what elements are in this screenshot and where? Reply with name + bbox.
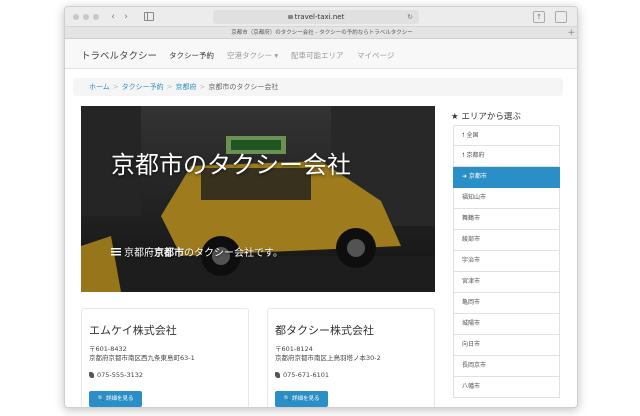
back-icon[interactable]: ‹ xyxy=(107,11,119,23)
sidebar-toggle-icon[interactable] xyxy=(144,12,154,21)
area-list-item[interactable]: 城陽市 xyxy=(453,314,560,335)
phone-icon xyxy=(275,372,280,378)
close-dot[interactable] xyxy=(73,14,79,20)
area-list-item[interactable]: 福知山市 xyxy=(453,188,560,209)
area-list-item[interactable]: 宇治市 xyxy=(453,251,560,272)
taxi-photo xyxy=(81,106,435,292)
area-list-item[interactable]: 向日市 xyxy=(453,335,560,356)
company-name[interactable]: エムケイ株式会社 xyxy=(89,322,177,338)
breadcrumb-pref[interactable]: 京都府 xyxy=(176,83,197,91)
tab-title[interactable]: 京都市（京都府）のタクシー会社 - タクシーの予約ならトラベルタクシー xyxy=(231,30,412,36)
url-text: travel-taxi.net xyxy=(294,13,345,21)
company-card: エムケイ株式会社 〒601-8432 京都府京都市南区西九条東島町63-1 075… xyxy=(81,308,249,407)
details-button[interactable]: 🔍 詳細を見る xyxy=(89,391,142,407)
hero-banner: 京都市のタクシー会社 京都府京都市のタクシー会社です。 xyxy=(81,106,435,292)
area-list: 🠕 全国 🠕 京都府 ➜ 京都市 福知山市 舞鶴市 綾部市 宇治市 宮津市 亀岡市 城陽市 向日市長… xyxy=(453,125,560,398)
nav-mypage[interactable]: マイページ xyxy=(357,50,394,61)
forward-icon[interactable]: › xyxy=(120,11,132,23)
breadcrumb-home[interactable]: ホーム xyxy=(89,83,110,91)
list-icon xyxy=(111,248,121,257)
company-address: 〒601-8124 京都府京都市南区上鳥羽塔ノ本30-2 xyxy=(275,345,381,362)
company-phone: 075-555-3132 xyxy=(89,371,143,379)
nav-airport-taxi[interactable]: 空港タクシー ▾ xyxy=(227,50,278,61)
nav-taxi-reserve[interactable]: タクシー予約 xyxy=(169,50,214,61)
hero-title: 京都市のタクシー会社 xyxy=(111,151,351,179)
nav-service-area[interactable]: 配車可能エリア xyxy=(291,50,344,61)
company-card: 都タクシー株式会社 〒601-8124 京都府京都市南区上鳥羽塔ノ本30-2 07… xyxy=(267,308,435,407)
hero-subtitle: 京都府京都市のタクシー会社です。 xyxy=(111,244,283,259)
area-list-item[interactable]: 綾部市 xyxy=(453,230,560,251)
area-list-item[interactable]: 長岡京市 xyxy=(453,356,560,377)
area-list-item[interactable]: 舞鶴市 xyxy=(453,209,560,230)
area-list-item[interactable]: 宮津市 xyxy=(453,272,560,293)
phone-icon xyxy=(89,372,94,378)
tab-bar: 京都市（京都府）のタクシー会社 - タクシーの予約ならトラベルタクシー + xyxy=(65,27,577,39)
company-address: 〒601-8432 京都府京都市南区西九条東島町63-1 xyxy=(89,345,195,362)
lock-icon xyxy=(287,15,293,19)
new-tab-icon[interactable]: + xyxy=(567,27,575,39)
browser-window: ‹ › travel-taxi.net ↻ ↑ 京都市（京都府）のタクシー会社 … xyxy=(64,6,578,408)
company-phone: 075-671-6101 xyxy=(275,371,329,379)
site-navbar: トラベルタクシー タクシー予約 空港タクシー ▾ 配車可能エリア マイページ xyxy=(65,39,577,69)
address-bar[interactable]: travel-taxi.net ↻ xyxy=(213,10,419,24)
area-list-item[interactable]: 亀岡市 xyxy=(453,293,560,314)
breadcrumb: ホーム > タクシー予約 > 京都府 > 京都市のタクシー会社 xyxy=(73,78,563,96)
zoom-dot[interactable] xyxy=(93,14,99,20)
area-sidebar-title: ★ エリアから選ぶ xyxy=(451,112,521,122)
area-list-item[interactable]: 八幡市 xyxy=(453,377,560,398)
site-brand[interactable]: トラベルタクシー xyxy=(81,48,157,62)
details-button[interactable]: 🔍 詳細を見る xyxy=(275,391,328,407)
area-list-item[interactable]: 🠕 全国 xyxy=(453,125,560,146)
minimize-dot[interactable] xyxy=(83,14,89,20)
share-icon[interactable]: ↑ xyxy=(533,11,545,23)
breadcrumb-reserve[interactable]: タクシー予約 xyxy=(122,83,164,91)
reload-icon[interactable]: ↻ xyxy=(407,10,413,24)
area-list-item[interactable]: ➜ 京都市 xyxy=(453,167,560,188)
tabs-overview-icon[interactable] xyxy=(555,11,567,23)
browser-toolbar: ‹ › travel-taxi.net ↻ ↑ xyxy=(65,7,577,27)
company-name[interactable]: 都タクシー株式会社 xyxy=(275,322,374,338)
breadcrumb-current: 京都市のタクシー会社 xyxy=(208,83,279,91)
area-list-item[interactable]: 🠕 京都府 xyxy=(453,146,560,167)
